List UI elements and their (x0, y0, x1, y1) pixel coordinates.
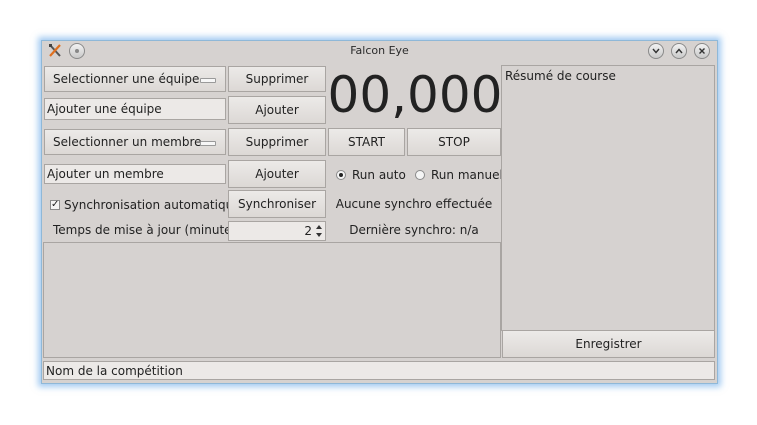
team-select[interactable]: Selectionner une équipe (44, 66, 226, 92)
member-select[interactable]: Selectionner un membre (44, 129, 226, 155)
auto-sync-option[interactable]: ✓ Synchronisation automatique (50, 198, 241, 212)
run-auto-option[interactable]: Run auto (336, 168, 406, 182)
team-select-label: Selectionner une équipe (53, 72, 200, 86)
log-area[interactable] (43, 242, 501, 358)
app-window: Falcon Eye Selectionner une équipe Suppr… (41, 40, 718, 384)
delete-member-button[interactable]: Supprimer (228, 128, 326, 156)
dropdown-arrow-icon (200, 141, 216, 146)
window-title: Falcon Eye (350, 44, 409, 57)
add-team-input[interactable]: Ajouter une équipe (44, 98, 226, 120)
interval-label: Temps de mise à jour (minutes) (53, 223, 243, 237)
member-select-label: Selectionner un membre (53, 135, 202, 149)
chevron-down-icon[interactable] (648, 43, 664, 59)
dropdown-arrow-icon (200, 78, 216, 83)
auto-sync-checkbox[interactable]: ✓ (50, 200, 60, 210)
title-bar: Falcon Eye (42, 41, 717, 61)
add-team-button[interactable]: Ajouter (228, 96, 326, 124)
add-member-input[interactable]: Ajouter un membre (44, 164, 226, 184)
interval-value: 2 (304, 224, 312, 238)
sync-status: Aucune synchro effectuée (335, 197, 493, 211)
close-icon[interactable] (694, 43, 710, 59)
race-summary-title: Résumé de course (505, 69, 616, 83)
delete-team-button[interactable]: Supprimer (228, 66, 326, 92)
run-manual-option[interactable]: Run manuel (415, 168, 503, 182)
last-sync-label: Dernière synchro: n/a (349, 223, 479, 237)
start-button[interactable]: START (328, 128, 405, 156)
run-auto-label: Run auto (352, 168, 406, 182)
competition-name-input[interactable]: Nom de la compétition (43, 361, 715, 380)
run-auto-radio[interactable] (336, 170, 346, 180)
interval-spinbox[interactable]: 2 (228, 221, 326, 241)
auto-sync-label: Synchronisation automatique (64, 198, 241, 212)
add-member-button[interactable]: Ajouter (228, 160, 326, 188)
save-button[interactable]: Enregistrer (502, 330, 715, 358)
run-manual-label: Run manuel (431, 168, 503, 182)
interval-spinner[interactable] (314, 222, 324, 240)
stop-button[interactable]: STOP (407, 128, 501, 156)
race-summary-panel[interactable]: Résumé de course (501, 65, 715, 331)
chevron-up-icon[interactable] (671, 43, 687, 59)
timer-display: 00,000 (327, 66, 503, 124)
sync-button[interactable]: Synchroniser (228, 190, 326, 218)
run-manual-radio[interactable] (415, 170, 425, 180)
